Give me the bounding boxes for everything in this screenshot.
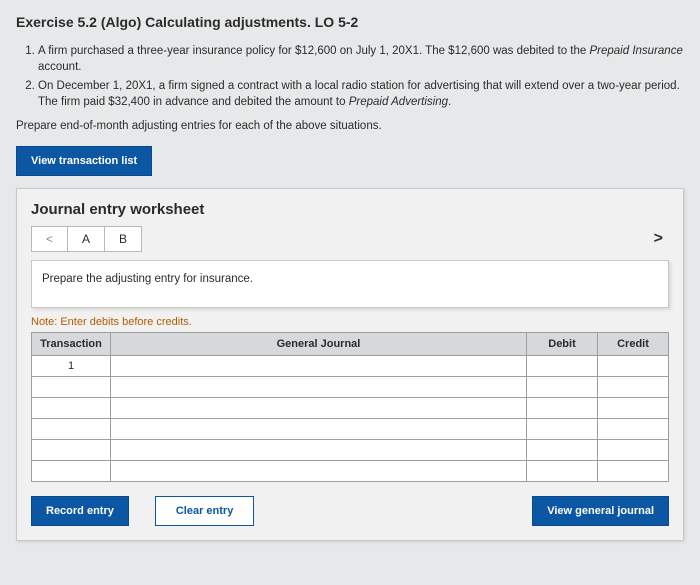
entry-prompt: Prepare the adjusting entry for insuranc… — [31, 260, 669, 308]
tab-prev[interactable]: < — [31, 226, 68, 252]
problem-item-1: A firm purchased a three-year insurance … — [38, 44, 684, 75]
cell-debit[interactable] — [527, 356, 598, 377]
entry-tabs: < A B — [31, 226, 141, 252]
problem-2-term: Prepaid Advertising — [349, 96, 448, 108]
table-row — [32, 398, 669, 419]
table-row — [32, 440, 669, 461]
worksheet-title: Journal entry worksheet — [31, 201, 669, 218]
clear-entry-button[interactable]: Clear entry — [155, 496, 254, 526]
cell-debit[interactable] — [527, 398, 598, 419]
cell-account[interactable] — [111, 461, 527, 482]
problem-list: A firm purchased a three-year insurance … — [38, 44, 684, 110]
cell-transaction — [32, 440, 111, 461]
debits-before-credits-note: Note: Enter debits before credits. — [31, 316, 669, 328]
view-general-journal-button[interactable]: View general journal — [532, 496, 669, 526]
cell-transaction — [32, 377, 111, 398]
cell-account[interactable] — [111, 356, 527, 377]
cell-transaction — [32, 419, 111, 440]
cell-debit[interactable] — [527, 440, 598, 461]
cell-credit[interactable] — [598, 440, 669, 461]
col-transaction: Transaction — [32, 333, 111, 356]
cell-credit[interactable] — [598, 377, 669, 398]
cell-transaction-1: 1 — [32, 356, 111, 377]
cell-debit[interactable] — [527, 461, 598, 482]
problem-1-term: Prepaid Insurance — [590, 45, 683, 57]
problem-2-text-post: . — [448, 96, 451, 108]
record-entry-button[interactable]: Record entry — [31, 496, 129, 526]
cell-debit[interactable] — [527, 419, 598, 440]
exercise-title: Exercise 5.2 (Algo) Calculating adjustme… — [16, 14, 684, 30]
col-credit: Credit — [598, 333, 669, 356]
cell-transaction — [32, 398, 111, 419]
col-debit: Debit — [527, 333, 598, 356]
cell-account[interactable] — [111, 377, 527, 398]
cell-credit[interactable] — [598, 356, 669, 377]
cell-account[interactable] — [111, 440, 527, 461]
col-general-journal: General Journal — [111, 333, 527, 356]
tab-next[interactable]: > — [648, 230, 669, 248]
cell-transaction — [32, 461, 111, 482]
problem-1-text-post: account. — [38, 61, 81, 73]
journal-table: Transaction General Journal Debit Credit… — [31, 332, 669, 482]
tab-a[interactable]: A — [67, 226, 105, 252]
table-row: 1 — [32, 356, 669, 377]
cell-credit[interactable] — [598, 419, 669, 440]
instruction-text: Prepare end-of-month adjusting entries f… — [16, 120, 684, 132]
table-row — [32, 419, 669, 440]
table-row — [32, 461, 669, 482]
cell-account[interactable] — [111, 398, 527, 419]
view-transaction-list-button[interactable]: View transaction list — [16, 146, 152, 176]
problem-1-text: A firm purchased a three-year insurance … — [38, 45, 590, 57]
cell-credit[interactable] — [598, 461, 669, 482]
cell-account[interactable] — [111, 419, 527, 440]
journal-worksheet: Journal entry worksheet < A B > Prepare … — [16, 188, 684, 541]
problem-item-2: On December 1, 20X1, a firm signed a con… — [38, 79, 684, 110]
tab-b[interactable]: B — [104, 226, 142, 252]
cell-debit[interactable] — [527, 377, 598, 398]
table-row — [32, 377, 669, 398]
cell-credit[interactable] — [598, 398, 669, 419]
